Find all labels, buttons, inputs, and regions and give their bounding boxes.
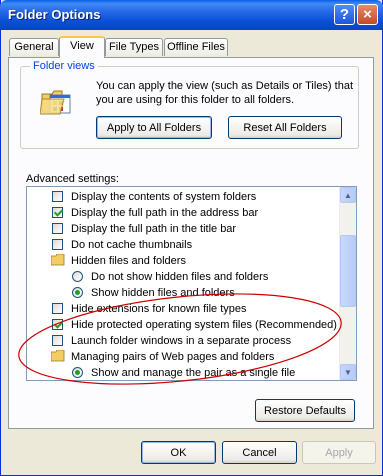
folder-views-label: Folder views	[30, 60, 98, 72]
checkbox[interactable]	[52, 223, 63, 234]
help-button[interactable]: ?	[334, 4, 355, 25]
advanced-settings-list[interactable]: Display the contents of system folders D…	[26, 186, 357, 381]
scroll-down-arrow-icon[interactable]: ▼	[340, 364, 356, 380]
list-item-label: Do not show hidden files and folders	[91, 271, 269, 283]
restore-defaults-button[interactable]: Restore Defaults	[255, 399, 355, 422]
folder-icon	[51, 350, 65, 362]
advanced-settings-label: Advanced settings:	[26, 173, 119, 185]
window-title: Folder Options	[8, 7, 101, 22]
folder-icon	[51, 254, 65, 266]
checkbox[interactable]	[52, 239, 63, 250]
checkbox[interactable]	[52, 207, 63, 218]
list-item-label: Managing pairs of Web pages and folders	[71, 351, 275, 363]
list-item-label: Do not cache thumbnails	[71, 239, 193, 251]
radio-button[interactable]	[72, 287, 83, 298]
list-item-label: Launch folder windows in a separate proc…	[71, 335, 292, 347]
checkbox[interactable]	[52, 319, 63, 330]
tab-general[interactable]: General	[9, 38, 59, 56]
radio-button[interactable]	[72, 271, 83, 282]
ok-button[interactable]: OK	[141, 441, 216, 464]
checkbox[interactable]	[52, 191, 63, 202]
list-item-label: Show and manage the pair as a single fil…	[91, 367, 296, 379]
tab-offline-files[interactable]: Offline Files	[164, 38, 228, 56]
apply-to-all-folders-button[interactable]: Apply to All Folders	[96, 116, 212, 139]
list-item-label: Display the full path in the title bar	[71, 223, 237, 235]
vertical-scrollbar[interactable]: ▲ ▼	[339, 187, 356, 380]
reset-all-folders-button[interactable]: Reset All Folders	[228, 116, 342, 139]
tab-file-types[interactable]: File Types	[105, 38, 163, 56]
scroll-up-arrow-icon[interactable]: ▲	[340, 187, 356, 203]
checkbox[interactable]	[52, 303, 63, 314]
close-button[interactable]: ×	[357, 4, 378, 25]
list-item-label: Display the contents of system folders	[71, 191, 257, 203]
apply-button[interactable]: Apply	[302, 441, 376, 464]
list-item-label: Hidden files and folders	[71, 255, 186, 267]
radio-button[interactable]	[72, 367, 83, 378]
cancel-button[interactable]: Cancel	[222, 441, 297, 464]
list-item-label: Hide protected operating system files (R…	[71, 319, 337, 331]
folder-views-description: You can apply the view (such as Details …	[96, 80, 354, 106]
title-bar[interactable]: Folder Options ? ×	[0, 0, 383, 30]
tab-view[interactable]: View	[59, 36, 105, 58]
checkbox[interactable]	[52, 335, 63, 346]
list-item-label: Show hidden files and folders	[91, 287, 235, 299]
list-item-label: Display the full path in the address bar	[71, 207, 259, 219]
scroll-thumb[interactable]	[340, 235, 356, 307]
list-item-label: Hide extensions for known file types	[71, 303, 247, 315]
folder-views-icon	[40, 90, 71, 115]
